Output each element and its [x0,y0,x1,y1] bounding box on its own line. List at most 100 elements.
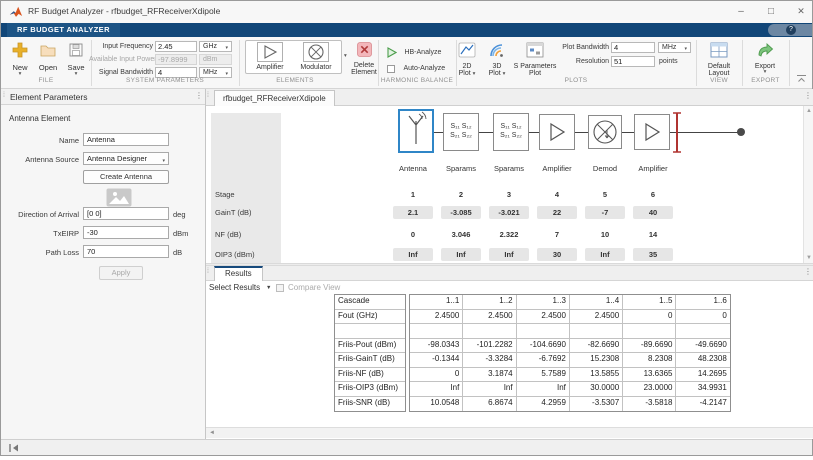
amplifier-gallery-button[interactable]: Amplifier [249,41,291,71]
help-button[interactable]: ? [768,24,812,36]
input-frequency-unit-select[interactable]: GHz▾ [199,41,232,52]
available-input-power-label: Available Input Power [89,56,153,63]
gaint-value-field[interactable]: -7 [585,206,625,219]
input-frequency-field[interactable] [155,41,197,52]
oip3-value-field[interactable]: Inf [585,248,625,261]
antenna-preview-image-icon [106,188,132,207]
path-loss-field[interactable] [83,245,169,258]
scroll-down-arrow-icon[interactable]: ▼ [806,255,812,261]
stage-column-header: Sparams [485,164,533,173]
scroll-up-arrow-icon[interactable]: ▲ [806,108,812,114]
default-layout-icon [710,42,728,58]
minimize-button[interactable]: – [729,3,753,20]
antenna-source-select[interactable]: Antenna Designer▾ [83,152,169,165]
ribbon-tab-rf-budget-analyzer[interactable]: RF BUDGET ANALYZER [7,23,120,37]
save-button[interactable]: Save ▾ [63,42,89,77]
nf-value: 7 [533,230,581,239]
close-button[interactable]: ✕ [789,3,813,20]
maximize-button[interactable]: □ [759,3,783,20]
results-col-header: 1..1 [410,295,463,310]
tab-rfbudget-document[interactable]: rfbudget_RFReceiverXdipole [214,90,335,106]
amplifier-block-2[interactable] [634,114,670,150]
antenna-block-selected[interactable] [398,109,434,153]
delete-element-button[interactable]: Delete Element [349,42,379,76]
direction-of-arrival-label: Direction of Arrival [5,210,79,219]
checkbox-icon [387,65,395,73]
txeirp-field[interactable] [83,226,169,239]
gaint-value-field[interactable]: -3.021 [489,206,529,219]
default-layout-button[interactable]: Default Layout [701,42,737,77]
sparameters-block-1[interactable]: S₁₁ S₁₂ S₂₁ S₂₂ [443,113,479,151]
tab-results[interactable]: Results [214,266,263,281]
results-cell: 0 [676,310,729,325]
status-bar [1,439,812,455]
resolution-unit-label: points [659,58,678,65]
results-cell: -49.6690 [676,339,729,354]
plot-2d-icon [458,42,476,58]
plot-3d-button[interactable]: 3D Plot ▾ [483,42,511,77]
plot-bandwidth-unit-select[interactable]: MHz▾ [658,42,691,53]
export-button[interactable]: Export ▾ [747,42,783,75]
plot-2d-button[interactable]: 2D Plot ▾ [453,42,481,77]
default-layout-label-1: Default [701,63,737,70]
create-antenna-button[interactable]: Create Antenna [83,170,169,184]
collapse-toolstrip-button[interactable] [796,74,807,83]
sparameters-block-2[interactable]: S₁₁ S₁₂ S₂₁ S₂₂ [493,113,529,151]
name-field[interactable] [83,133,169,146]
stage-row-label: Stage [215,190,235,199]
gaint-value-field[interactable]: 2.1 [393,206,433,219]
oip3-value-field[interactable]: Inf [489,248,529,261]
stage-column-header: Demod [581,164,629,173]
diagram-vertical-scrollbar[interactable]: ▲ ▼ [803,106,813,263]
demodulator-block[interactable] [588,115,622,149]
apply-button[interactable]: Apply [99,266,143,280]
plot-3d-label-2: Plot ▾ [483,70,511,77]
nf-row-label: NF (dB) [215,230,241,239]
amplifier-block-1[interactable] [539,114,575,150]
dock-left-icon[interactable] [8,443,20,453]
results-menu-kebab-icon[interactable]: ⋮ [804,267,812,276]
results-cell: 3.1874 [463,368,516,383]
oip3-value-field[interactable]: Inf [441,248,481,261]
plot-3d-label-1: 3D [483,63,511,70]
direction-of-arrival-field[interactable] [83,207,169,220]
gallery-expand-caret[interactable]: ▾ [344,54,347,59]
app-window: RF Budget Analyzer - rfbudget_RFReceiver… [0,0,813,456]
select-results-button[interactable]: Select Results [209,283,260,292]
results-col-header: 1..3 [517,295,570,310]
oip3-value-field[interactable]: 35 [633,248,673,261]
output-port-dot [737,128,745,136]
results-col-header: 1..4 [570,295,623,310]
results-row-label [335,324,405,339]
oip3-value-field[interactable]: 30 [537,248,577,261]
default-layout-label-2: Layout [701,70,737,77]
plot-bandwidth-field[interactable] [611,42,655,53]
results-cell: -89.6690 [623,339,676,354]
auto-analyze-checkbox[interactable]: Auto-Analyze [387,60,445,78]
section-label-file: FILE [1,77,91,84]
open-button[interactable]: Open [35,42,61,72]
delete-element-label-1: Delete [349,62,379,69]
scroll-left-arrow-icon[interactable]: ◄ [209,430,215,436]
resolution-field[interactable] [611,56,655,67]
budget-diagram-canvas[interactable]: S₁₁ S₁₂ S₂₁ S₂₂ S₁₁ S₁₂ S₂₁ S₂₂ Antenna … [206,106,813,263]
stage-number: 4 [533,190,581,199]
design-area: ⁞ rfbudget_RFReceiverXdipole ⋮ S₁₁ S₁₂ S… [206,89,813,439]
document-menu-kebab-icon[interactable]: ⋮ [804,91,812,100]
export-dropdown-caret[interactable]: ▾ [747,70,783,75]
gaint-value-field[interactable]: -3.085 [441,206,481,219]
results-horizontal-scrollbar[interactable]: ◄ [206,427,813,438]
gaint-value-field[interactable]: 22 [537,206,577,219]
results-cell: 6.8674 [463,397,516,412]
new-button[interactable]: New ▾ [7,42,33,77]
results-cell [570,324,623,339]
panel-menu-kebab-icon[interactable]: ⋮ [195,91,203,100]
gaint-value-field[interactable]: 40 [633,206,673,219]
title-bar: RF Budget Analyzer - rfbudget_RFReceiver… [1,1,812,23]
s-parameters-label-2: Plot [513,70,557,77]
compare-view-checkbox[interactable] [276,284,284,292]
select-results-caret-icon[interactable]: ▼ [266,285,271,291]
modulator-gallery-button[interactable]: Modulator [295,41,337,71]
oip3-value-field[interactable]: Inf [393,248,433,261]
stage-column-header: Amplifier [533,164,581,173]
